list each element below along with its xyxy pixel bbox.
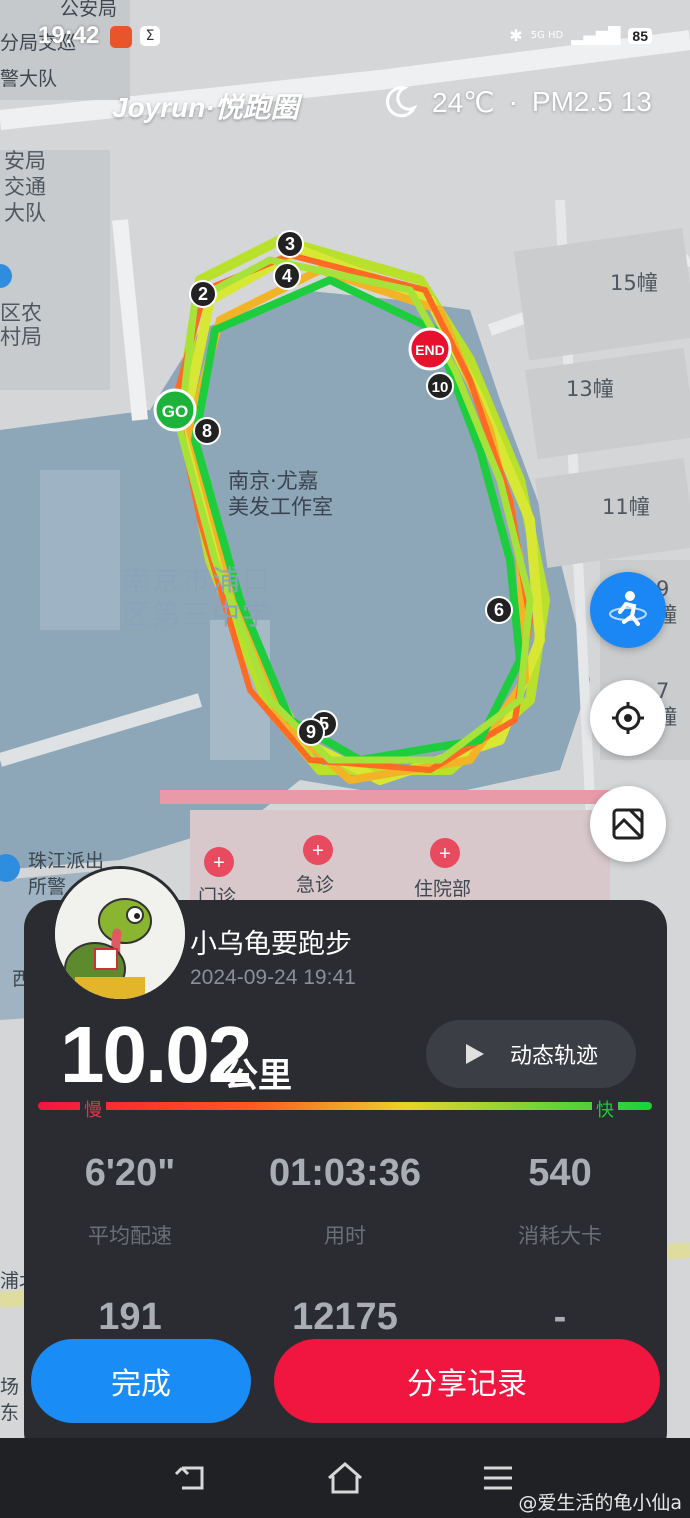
status-time: 19:42 xyxy=(38,22,100,49)
svg-text:8: 8 xyxy=(202,421,212,441)
map-label: 场 xyxy=(0,1376,20,1398)
map-label: 南京·尤嘉 xyxy=(228,469,319,493)
km-marker-3: 3 xyxy=(276,230,304,258)
km-marker-10: 10 xyxy=(426,372,454,400)
bluetooth-icon: ✱ xyxy=(509,26,523,45)
turtle-avatar-icon xyxy=(55,869,185,999)
svg-text:3: 3 xyxy=(285,234,295,254)
inpatient-pin: + xyxy=(430,838,460,868)
svg-text:4: 4 xyxy=(282,266,292,286)
user-name: 小乌龟要跑步 xyxy=(190,929,352,960)
map-layer-button[interactable] xyxy=(590,786,666,862)
map-label: 南京市浦口 xyxy=(122,564,273,597)
brand-logo: Joyrun·悦跑圈 xyxy=(112,92,299,123)
distance-value: 10.02 xyxy=(60,1010,252,1099)
moon-icon xyxy=(385,86,418,118)
duration-label: 用时 xyxy=(324,1224,366,1248)
speed-legend-bar xyxy=(38,1102,652,1110)
svg-text:+: + xyxy=(312,840,324,862)
km-marker-4: 4 xyxy=(273,262,301,290)
map-label: 交通 xyxy=(4,175,46,199)
weather-separator: · xyxy=(508,86,518,117)
svg-text:2: 2 xyxy=(198,284,208,304)
app-icon xyxy=(110,26,132,48)
map-label: 公安局 xyxy=(60,0,118,20)
end-marker: END xyxy=(408,327,452,371)
battery-indicator: 85 xyxy=(628,27,652,44)
stat-value-6: - xyxy=(553,1296,567,1338)
distance-unit: 公里 xyxy=(224,1056,292,1096)
map-label: 急诊 xyxy=(296,874,335,896)
svg-text:9: 9 xyxy=(306,722,316,742)
svg-text:+: + xyxy=(439,843,451,865)
stat-value-5: 12175 xyxy=(292,1296,398,1338)
avg-pace-label: 平均配速 xyxy=(88,1224,172,1248)
network-indicator: 5G HD xyxy=(530,30,564,41)
svg-text:+: + xyxy=(213,852,225,874)
map-label: 珠江派出 xyxy=(28,850,105,872)
weather-info: 24℃ · PM2.5 13 xyxy=(382,84,652,120)
km-marker-6: 6 xyxy=(485,596,513,624)
map-label: 大队 xyxy=(4,201,46,225)
crosshair-icon xyxy=(612,702,644,734)
locate-button[interactable] xyxy=(590,680,666,756)
svg-text:GO: GO xyxy=(162,402,188,421)
svg-text:END: END xyxy=(415,342,445,358)
map-label: 村局 xyxy=(0,325,42,349)
emergency-pin: + xyxy=(303,835,333,865)
calories-value: 540 xyxy=(528,1152,592,1194)
svg-text:6: 6 xyxy=(494,600,504,620)
speed-fast-label: 快 xyxy=(592,1096,618,1122)
km-marker-2: 2 xyxy=(189,280,217,308)
dynamic-track-label: 动态轨迹 xyxy=(509,1044,598,1069)
back-icon[interactable] xyxy=(172,1460,212,1496)
activity-mode-button[interactable] xyxy=(590,572,666,648)
map-label: 警大队 xyxy=(0,68,58,90)
play-icon xyxy=(465,1044,484,1064)
map-label: 美发工作室 xyxy=(228,495,333,519)
dynamic-track-button[interactable]: 动态轨迹 xyxy=(426,1020,636,1088)
map-label: 区农 xyxy=(0,301,42,325)
runner-icon xyxy=(609,591,647,626)
km-marker-9: 9 xyxy=(297,718,325,746)
duration-value: 01:03:36 xyxy=(268,1152,422,1194)
map-label: 区第三中学 xyxy=(122,598,273,631)
map-label: 15幢 xyxy=(610,271,658,295)
speed-slow-label: 慢 xyxy=(80,1096,106,1122)
svg-text:10: 10 xyxy=(432,379,449,396)
calories-label: 消耗大卡 xyxy=(518,1224,602,1248)
start-marker: GO xyxy=(153,388,197,432)
workout-datetime: 2024-09-24 19:41 xyxy=(190,966,356,989)
map-label: 住院部 xyxy=(414,878,472,900)
home-icon[interactable] xyxy=(325,1460,365,1496)
map-label: 13幢 xyxy=(566,377,614,401)
map-label: 东 xyxy=(0,1402,20,1424)
avatar[interactable] xyxy=(52,866,188,1002)
stat-value-4: 191 xyxy=(98,1296,162,1338)
avg-pace-value: 6'20" xyxy=(84,1152,176,1194)
notification-icon: Σ xyxy=(140,26,160,46)
map-label: 11幢 xyxy=(602,495,650,519)
clinic-pin: + xyxy=(204,847,234,877)
km-marker-8: 8 xyxy=(193,417,221,445)
air-quality: PM2.5 13 xyxy=(531,86,652,117)
map-label: 所警 xyxy=(28,876,67,898)
done-button[interactable]: 完成 xyxy=(31,1339,251,1423)
temperature: 24℃ xyxy=(432,86,495,118)
share-record-button[interactable]: 分享记录 xyxy=(274,1339,660,1423)
menu-icon[interactable] xyxy=(478,1460,518,1496)
signal-icon: ▂▄▆█ xyxy=(571,26,621,45)
map-label: 安局 xyxy=(4,149,46,173)
watermark: @爱生活的龟小仙a xyxy=(518,1492,682,1514)
map-layer-icon xyxy=(612,808,644,840)
status-icons: ✱ 5G HD ▂▄▆█ 85 xyxy=(509,26,652,45)
